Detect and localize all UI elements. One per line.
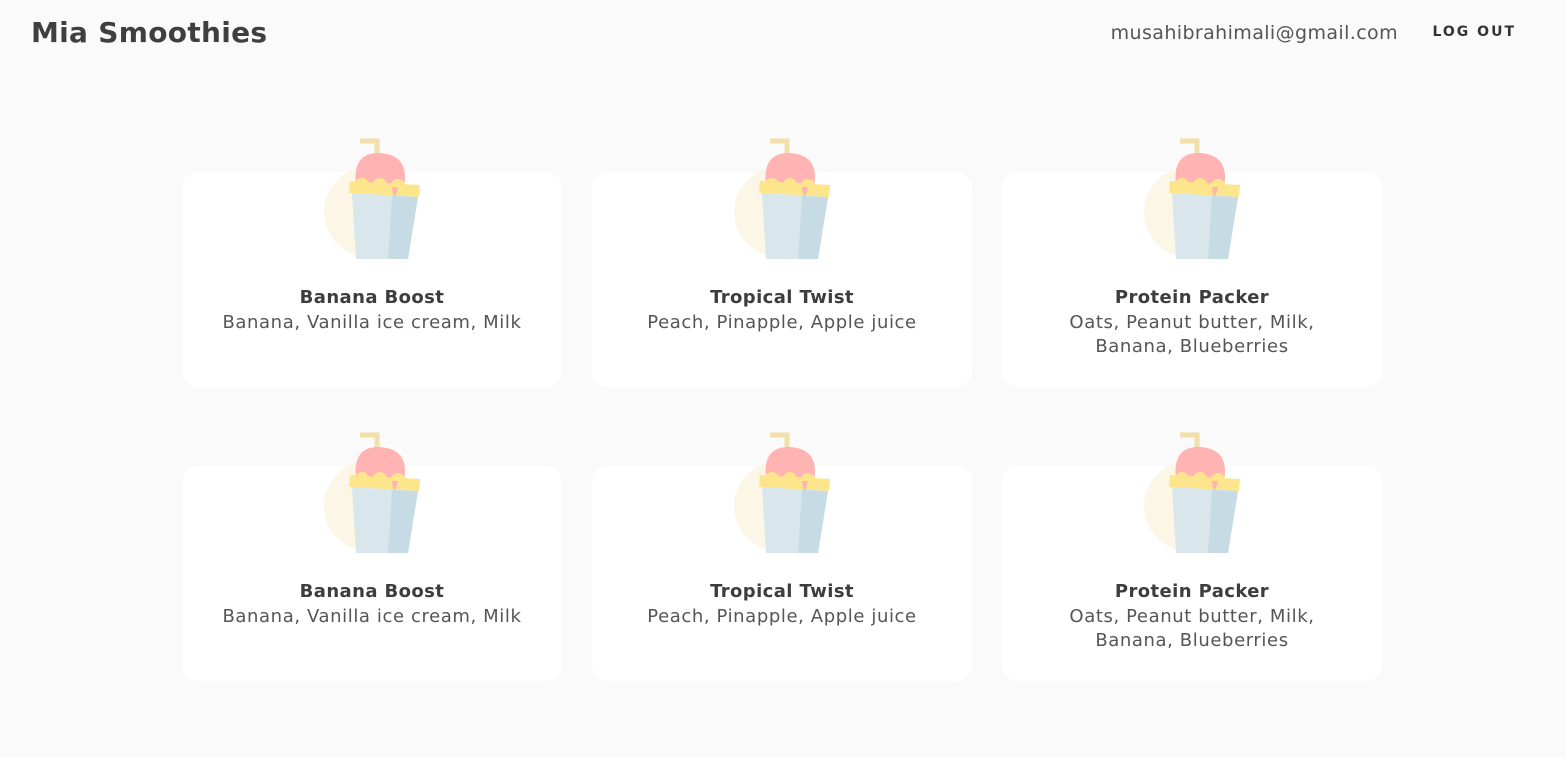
smoothie-ingredients: Banana, Vanilla ice cream, Milk xyxy=(222,312,522,333)
smoothie-card[interactable]: Tropical Twist Peach, Pinapple, Apple jui… xyxy=(592,137,972,387)
smoothie-title: Protein Packer xyxy=(1114,581,1270,602)
smoothie-card[interactable]: Tropical Twist Peach, Pinapple, Apple jui… xyxy=(592,431,972,681)
smoothie-card[interactable]: Banana Boost Banana, Vanilla ice cream, M… xyxy=(182,137,562,387)
user-email: musahibrahimali@gmail.com xyxy=(1110,22,1398,44)
smoothie-cup-icon xyxy=(732,431,832,556)
smoothie-card[interactable]: Banana Boost Banana, Vanilla ice cream, M… xyxy=(182,431,562,681)
smoothie-title: Banana Boost xyxy=(299,581,445,602)
smoothie-cup-icon xyxy=(1142,431,1242,556)
smoothie-title: Protein Packer xyxy=(1114,287,1270,308)
smoothie-cup-icon xyxy=(322,137,422,262)
smoothie-title: Banana Boost xyxy=(299,287,445,308)
top-navbar: Mia Smoothies musahibrahimali@gmail.com … xyxy=(0,0,1566,70)
smoothie-cup-icon xyxy=(322,431,422,556)
smoothie-ingredients: Oats, Peanut butter, Milk, Banana, Blueb… xyxy=(1069,312,1315,357)
smoothie-cup-icon xyxy=(732,137,832,262)
smoothie-title: Tropical Twist xyxy=(710,581,854,602)
smoothie-ingredients: Banana, Vanilla ice cream, Milk xyxy=(222,606,522,627)
brand-title[interactable]: Mia Smoothies xyxy=(31,16,267,49)
smoothie-title: Tropical Twist xyxy=(710,287,854,308)
smoothie-grid: Banana Boost Banana, Vanilla ice cream, M… xyxy=(182,137,1382,681)
logout-button[interactable]: LOG OUT xyxy=(1432,24,1516,40)
smoothie-cup-icon xyxy=(1142,137,1242,262)
smoothie-ingredients: Peach, Pinapple, Apple juice xyxy=(647,606,917,627)
smoothie-card[interactable]: Protein Packer Oats, Peanut butter, Milk,… xyxy=(1002,431,1382,681)
smoothie-ingredients: Oats, Peanut butter, Milk, Banana, Blueb… xyxy=(1069,606,1315,651)
smoothie-card[interactable]: Protein Packer Oats, Peanut butter, Milk,… xyxy=(1002,137,1382,387)
smoothie-ingredients: Peach, Pinapple, Apple juice xyxy=(647,312,917,333)
